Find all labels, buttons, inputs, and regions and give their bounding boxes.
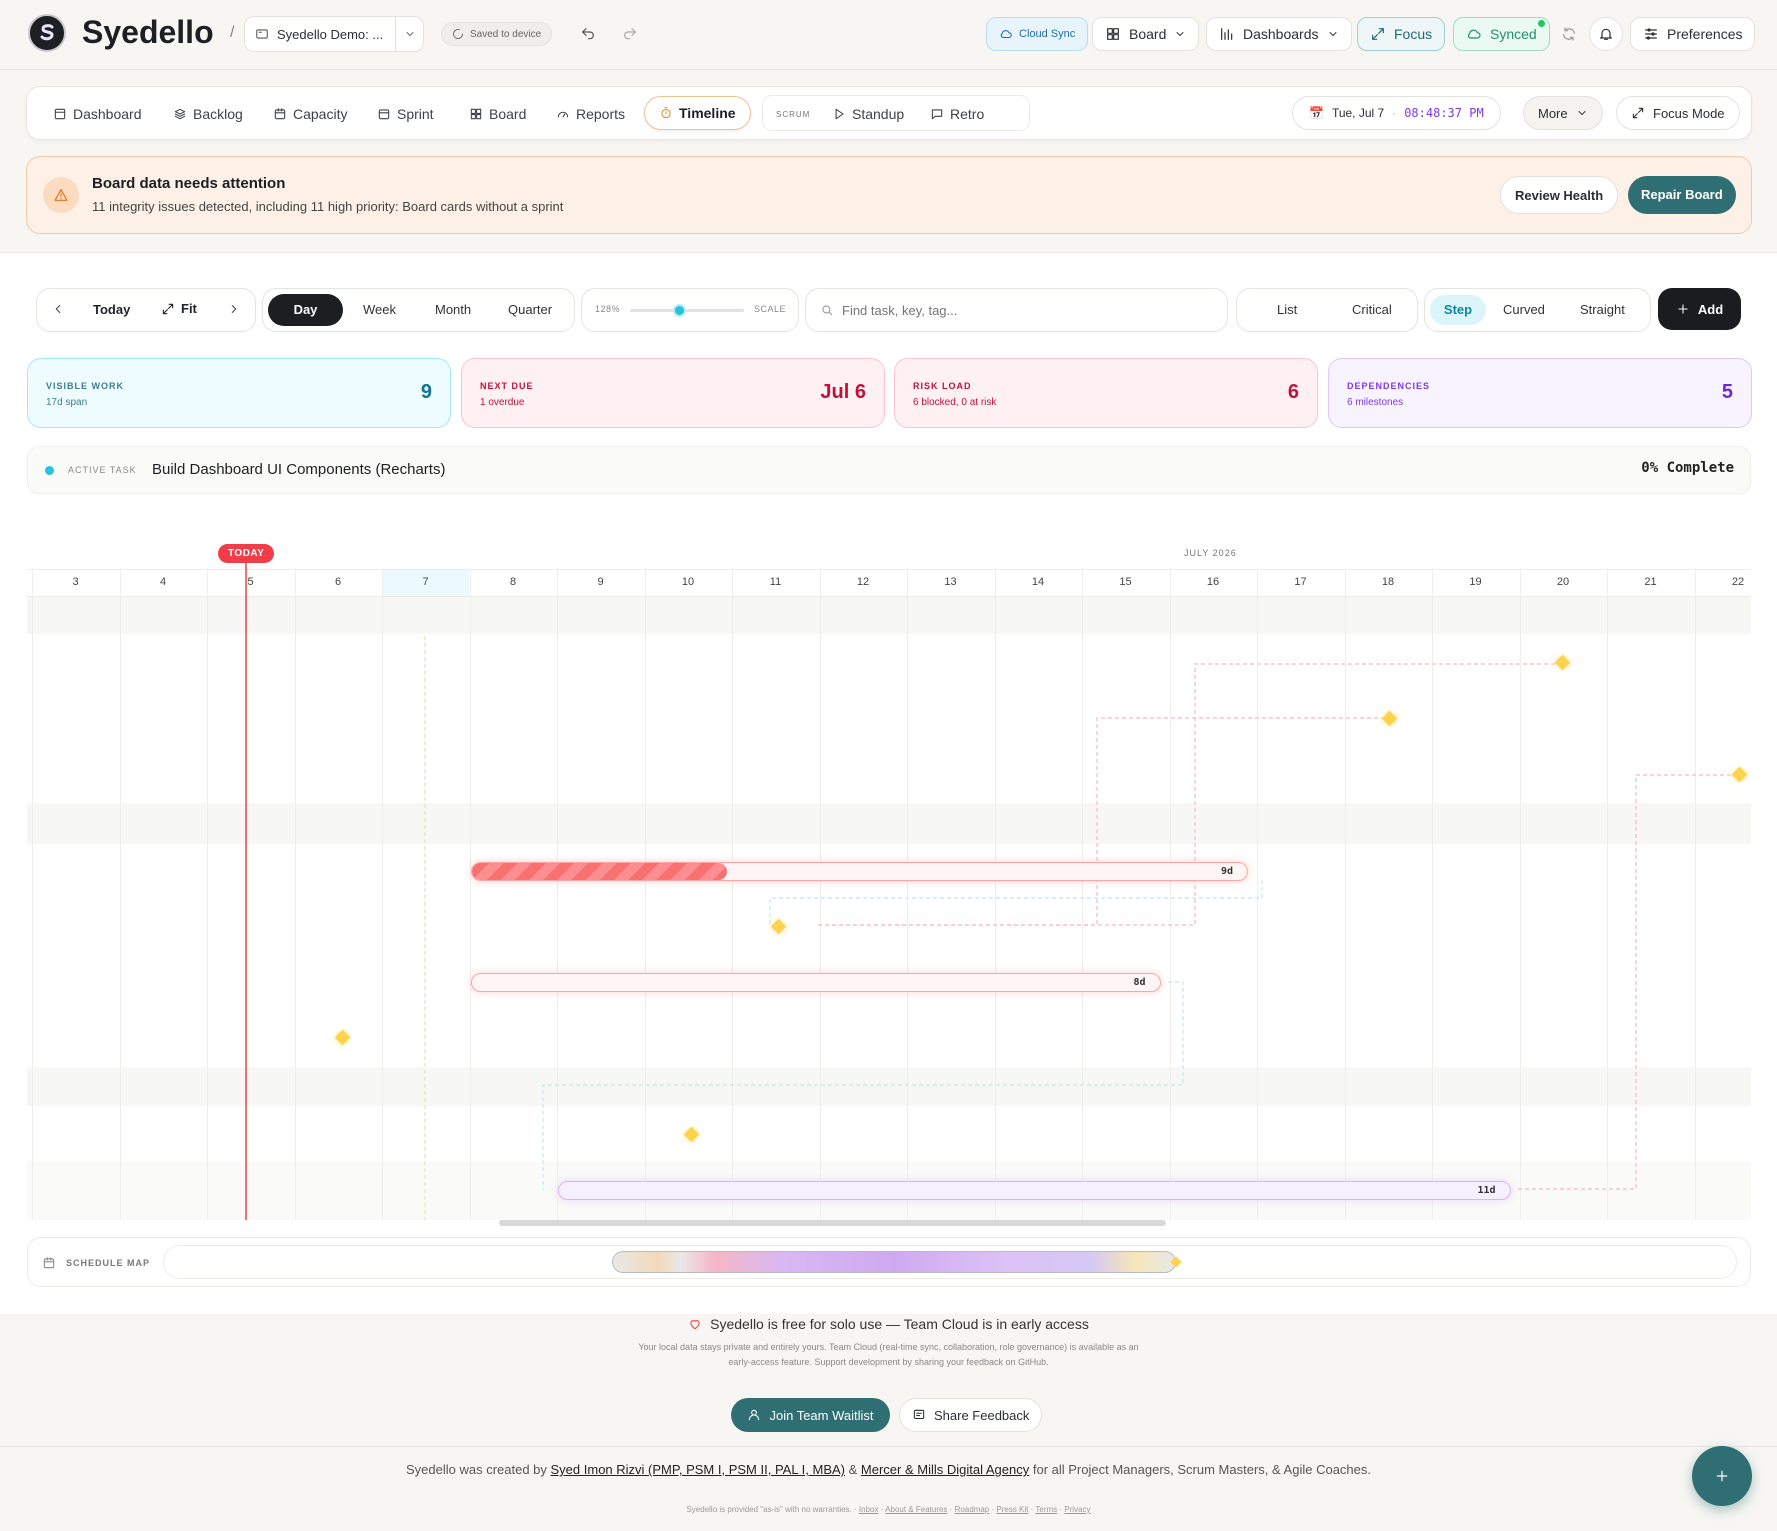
footer-body: early-access feature. Support developmen… — [728, 1357, 1049, 1367]
dependency-line — [542, 981, 1184, 1190]
timeline-scrollbar[interactable] — [499, 1220, 1166, 1226]
message-square-icon — [913, 1409, 925, 1420]
link-about[interactable]: About & Features — [885, 1505, 947, 1514]
task-duration: 9d — [1220, 866, 1233, 877]
link-inbox[interactable]: Inbox — [859, 1505, 879, 1514]
fab-add-button[interactable] — [1692, 1446, 1752, 1506]
task-duration: 8d — [1133, 977, 1146, 988]
task-progress — [471, 863, 728, 880]
link-roadmap[interactable]: Roadmap — [955, 1505, 990, 1514]
link-privacy[interactable]: Privacy — [1064, 1505, 1090, 1514]
dependency-line — [1518, 774, 1734, 1190]
agency-link[interactable]: Mercer & Mills Digital Agency — [861, 1462, 1029, 1477]
schedule-map-label: SCHEDULE MAP — [66, 1258, 151, 1268]
link-press[interactable]: Press Kit — [996, 1505, 1028, 1514]
dependency-lines — [245, 562, 1734, 1220]
task-bar[interactable]: 9d — [470, 862, 1248, 881]
author-link[interactable]: Syed Imon Rizvi (PMP, PSM I, PSM II, PAL… — [551, 1462, 846, 1477]
dependency-line — [818, 663, 1558, 926]
task-bar[interactable]: 8d — [470, 973, 1161, 992]
plus-icon — [1716, 1470, 1728, 1482]
footer-body: Your local data stays private and entire… — [638, 1342, 1139, 1352]
footer-headline: Syedello is free for solo use — Team Clo… — [0, 1316, 1777, 1332]
today-badge: TODAY — [218, 544, 275, 563]
dependency-line — [769, 880, 1263, 925]
schedule-map: SCHEDULE MAP — [27, 1237, 1751, 1287]
schedule-map-viewport[interactable] — [612, 1251, 1176, 1273]
credit-line: Syedello was created by Syed Imon Rizvi … — [405, 1462, 1371, 1477]
heart-icon — [690, 1320, 700, 1330]
calendar-icon — [43, 1257, 55, 1269]
join-waitlist-button[interactable]: Join Team Waitlist — [731, 1398, 890, 1432]
share-feedback-button[interactable]: Share Feedback — [899, 1398, 1043, 1432]
task-bar[interactable]: 11d — [558, 1181, 1511, 1200]
link-terms[interactable]: Terms — [1035, 1505, 1057, 1514]
task-duration: 11d — [1477, 1185, 1496, 1196]
dependency-line — [818, 717, 1382, 926]
footer-promo: Syedello is free for solo use — Team Clo… — [0, 1316, 1777, 1367]
user-icon — [749, 1409, 760, 1421]
footer-links: Syedello is provided "as-is" with no war… — [686, 1505, 1091, 1514]
